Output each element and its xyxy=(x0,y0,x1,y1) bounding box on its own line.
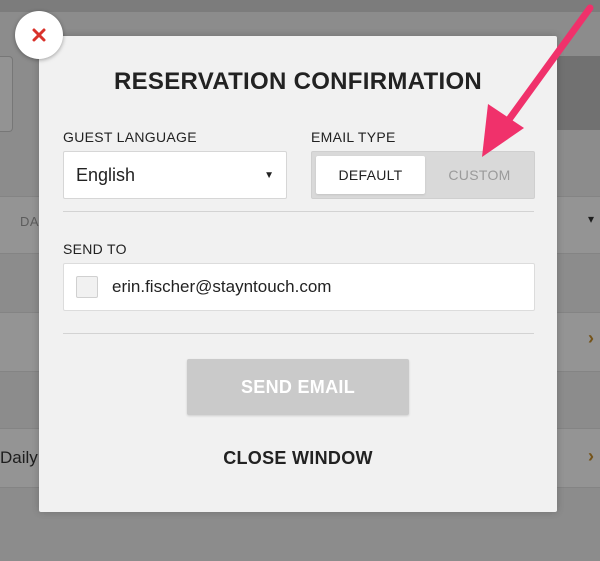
chevron-down-icon: ▼ xyxy=(264,169,274,181)
send-to-recipient-row: erin.fischer@stayntouch.com xyxy=(63,263,535,311)
divider xyxy=(63,211,534,212)
send-email-button[interactable]: SEND EMAIL xyxy=(187,359,409,415)
modal-title: RESERVATION CONFIRMATION xyxy=(113,68,483,95)
guest-language-value: English xyxy=(76,164,136,185)
email-type-toggle: DEFAULT CUSTOM xyxy=(311,151,535,199)
recipient-checkbox[interactable] xyxy=(76,276,98,298)
recipient-email: erin.fischer@stayntouch.com xyxy=(112,277,332,296)
close-window-button[interactable]: CLOSE WINDOW xyxy=(39,448,557,469)
guest-language-label: GUEST LANGUAGE xyxy=(63,129,197,145)
email-type-label: EMAIL TYPE xyxy=(311,129,396,145)
send-to-label: SEND TO xyxy=(63,241,127,257)
close-icon xyxy=(32,28,46,42)
email-type-custom-option[interactable]: CUSTOM xyxy=(425,152,534,198)
divider xyxy=(63,333,534,334)
email-type-default-option[interactable]: DEFAULT xyxy=(316,156,425,194)
guest-language-select[interactable]: English ▼ xyxy=(63,151,287,199)
reservation-confirmation-modal: RESERVATION CONFIRMATION GUEST LANGUAGE … xyxy=(39,36,557,512)
close-modal-button[interactable] xyxy=(15,11,63,59)
